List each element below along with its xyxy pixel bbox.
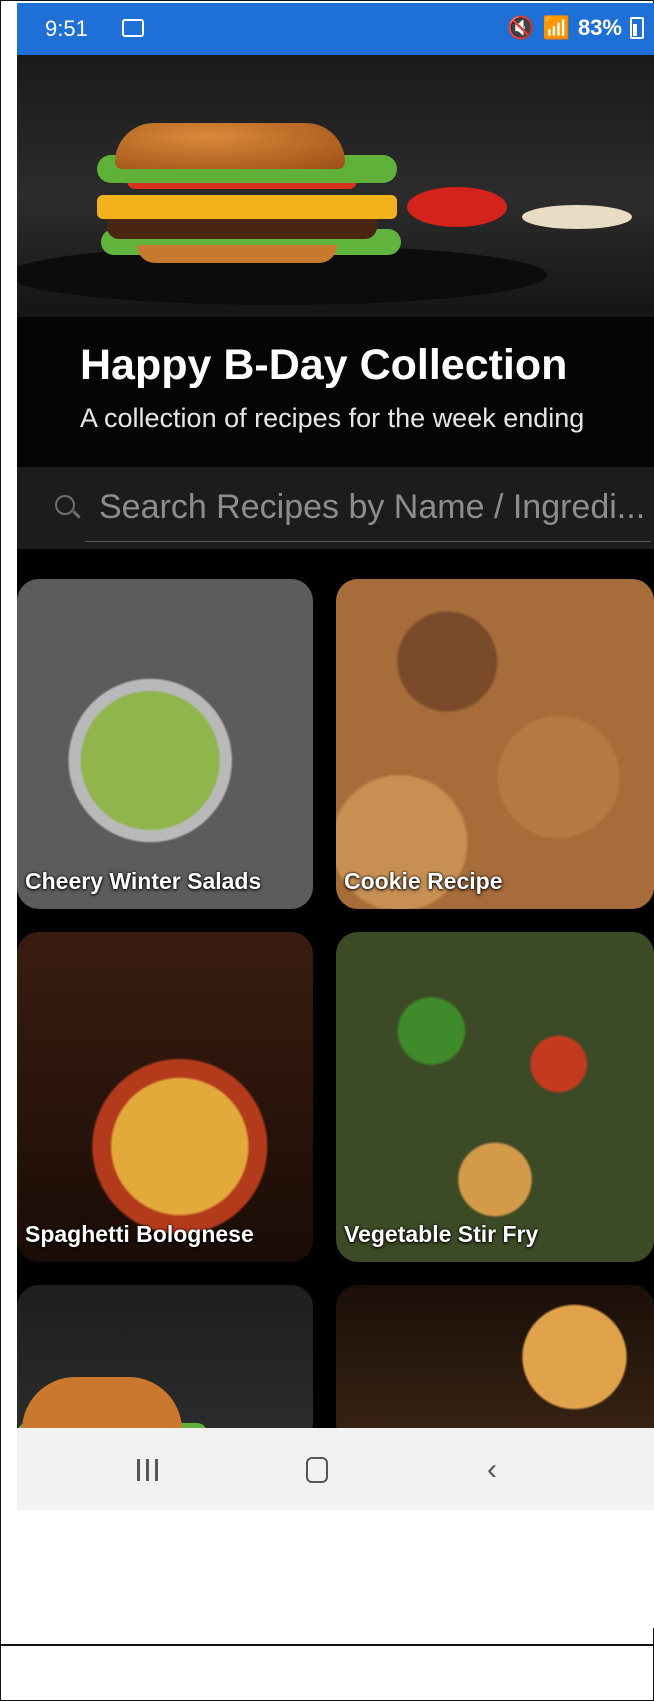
search-bar xyxy=(17,467,654,549)
recipe-card-label: Cheery Winter Salads xyxy=(25,868,262,894)
recipe-card-vegetable-stir-fry[interactable]: Vegetable Stir Fry xyxy=(336,932,654,1262)
search-underline xyxy=(85,541,651,542)
search-input[interactable] xyxy=(97,481,651,533)
recipe-card-pizza[interactable] xyxy=(336,1285,654,1445)
gallery-notification-icon xyxy=(122,19,144,37)
battery-percent: 83% xyxy=(577,15,622,40)
back-button[interactable]: ‹ xyxy=(472,1450,512,1490)
recent-apps-button[interactable] xyxy=(127,1450,167,1490)
collection-title: Happy B-Day Collection xyxy=(80,341,568,389)
recipe-card-label: Spaghetti Bolognese xyxy=(25,1221,254,1247)
phone-screen: 9:51 🔇 📶 83% Happy B-Day Collection A co… xyxy=(17,3,654,1628)
status-icons: 🔇 📶 83% xyxy=(507,15,644,41)
battery-icon xyxy=(630,17,644,39)
recipe-card-burger[interactable] xyxy=(17,1285,313,1445)
frame-divider xyxy=(0,1644,654,1646)
hero-image-burger xyxy=(17,55,654,317)
collection-header: Happy B-Day Collection A collection of r… xyxy=(17,317,654,467)
wifi-icon: 📶 xyxy=(542,15,570,40)
system-nav-bar: ‹ xyxy=(17,1428,654,1510)
status-time: 9:51 xyxy=(45,16,88,41)
recipe-card-spaghetti-bolognese[interactable]: Spaghetti Bolognese xyxy=(17,932,313,1262)
collection-subtitle: A collection of recipes for the week end… xyxy=(80,403,585,433)
recipe-card-label: Vegetable Stir Fry xyxy=(344,1221,539,1247)
recipe-card-cookie-recipe[interactable]: Cookie Recipe xyxy=(336,579,654,909)
chevron-left-icon: ‹ xyxy=(487,1453,497,1486)
recipe-card-label: Cookie Recipe xyxy=(344,868,503,894)
recipe-card-cheery-winter-salads[interactable]: Cheery Winter Salads xyxy=(17,579,313,909)
status-bar: 9:51 🔇 📶 83% xyxy=(17,3,654,55)
search-icon xyxy=(55,495,75,515)
mute-icon: 🔇 xyxy=(507,15,535,40)
blank-area xyxy=(17,1510,654,1628)
home-button[interactable] xyxy=(297,1450,337,1490)
